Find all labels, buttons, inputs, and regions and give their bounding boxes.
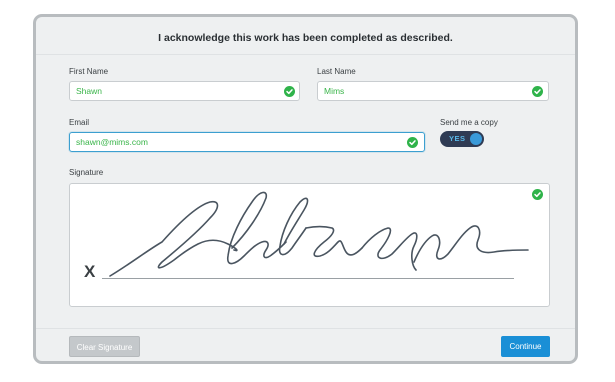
email-label: Email bbox=[69, 118, 90, 127]
email-field[interactable]: shawn@mims.com bbox=[69, 132, 425, 152]
signature-stroke bbox=[109, 191, 529, 277]
first-name-value: Shawn bbox=[76, 86, 102, 96]
title-divider bbox=[36, 54, 575, 55]
check-circle-icon bbox=[407, 137, 418, 148]
check-circle-icon bbox=[532, 86, 543, 97]
page-title: I acknowledge this work has been complet… bbox=[158, 32, 453, 44]
clear-signature-button[interactable]: Clear Signature bbox=[69, 336, 140, 357]
send-copy-toggle[interactable]: YES bbox=[440, 131, 484, 147]
last-name-label: Last Name bbox=[317, 67, 356, 76]
email-value: shawn@mims.com bbox=[76, 137, 148, 147]
continue-button[interactable]: Continue bbox=[501, 336, 550, 357]
acknowledgement-card: I acknowledge this work has been complet… bbox=[33, 14, 578, 364]
first-name-label: First Name bbox=[69, 67, 109, 76]
first-name-field[interactable]: Shawn bbox=[69, 81, 300, 101]
footer-divider bbox=[36, 328, 575, 329]
signature-pad[interactable]: X bbox=[69, 183, 550, 307]
last-name-value: Mims bbox=[324, 86, 345, 96]
toggle-state-text: YES bbox=[449, 134, 466, 143]
send-copy-label: Send me a copy bbox=[440, 118, 498, 127]
toggle-knob bbox=[470, 133, 482, 145]
check-circle-icon bbox=[284, 86, 295, 97]
last-name-field[interactable]: Mims bbox=[317, 81, 549, 101]
signature-label: Signature bbox=[69, 168, 104, 177]
